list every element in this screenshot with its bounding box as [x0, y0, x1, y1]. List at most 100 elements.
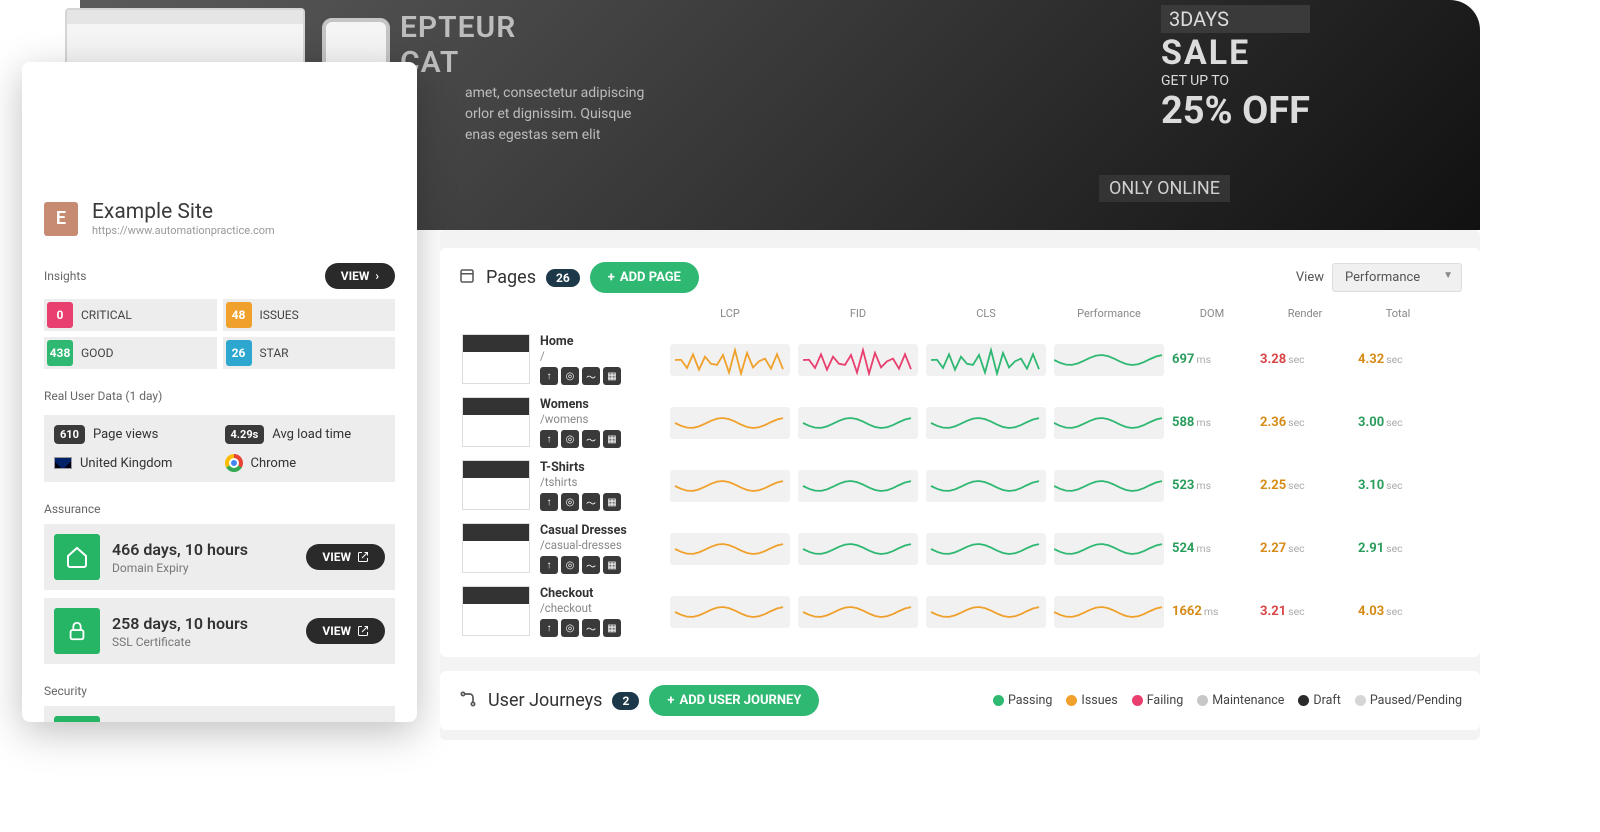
page-name: Casual Dresses	[540, 523, 627, 538]
assurance-view-button[interactable]: VIEW	[306, 618, 385, 644]
render-metric: 2.36sec	[1260, 415, 1350, 430]
flag-icon	[54, 457, 72, 469]
insight-count: 438	[47, 340, 73, 366]
total-metric: 4.32sec	[1358, 352, 1438, 367]
target-icon[interactable]: ◎	[561, 430, 579, 448]
page-row[interactable]: Checkout /checkout ↑ ◎ 〜 ▦ 1662ms 3.21se…	[458, 580, 1462, 643]
insight-item[interactable]: 438GOOD	[44, 337, 217, 369]
journeys-count: 2	[612, 692, 639, 710]
sale-pct: 25% OFF	[1161, 89, 1310, 133]
site-header: E Example Site https://www.automationpra…	[44, 200, 395, 237]
total-metric: 4.03sec	[1358, 604, 1438, 619]
legend-dot	[1298, 695, 1309, 706]
browser-label: Chrome	[251, 456, 297, 471]
assurance-view-button[interactable]: VIEW	[306, 544, 385, 570]
page-row[interactable]: Casual Dresses /casual-dresses ↑ ◎ 〜 ▦ 5…	[458, 517, 1462, 580]
sale-get: GET UP TO	[1161, 73, 1310, 89]
view-select[interactable]: Performance	[1332, 263, 1462, 292]
cls-spark	[926, 533, 1046, 565]
fid-spark	[798, 470, 918, 502]
hero-sub-line: enas egestas sem elit	[465, 127, 601, 143]
insight-count: 48	[226, 302, 252, 328]
insight-item[interactable]: 48ISSUES	[223, 299, 396, 331]
chart-icon[interactable]: 〜	[582, 430, 600, 448]
chart-icon[interactable]: 〜	[582, 556, 600, 574]
lock-icon	[54, 608, 100, 654]
hero-title-line: EPTEUR	[400, 10, 516, 45]
page-thumbnail	[462, 334, 530, 384]
arrow-up-icon[interactable]: ↑	[540, 430, 558, 448]
fid-spark	[798, 407, 918, 439]
pages-panel: Pages 26 +ADD PAGE View Performance LCPF…	[440, 248, 1480, 657]
add-page-button[interactable]: +ADD PAGE	[590, 262, 699, 293]
calendar-icon[interactable]: ▦	[603, 556, 621, 574]
arrow-up-icon[interactable]: ↑	[540, 367, 558, 385]
journey-icon	[458, 689, 478, 713]
site-url: https://www.automationpractice.com	[92, 224, 275, 237]
lcp-spark	[670, 407, 790, 439]
arrow-up-icon[interactable]: ↑	[540, 619, 558, 637]
assurance-card: 258 days, 10 hoursSSL Certificate VIEW	[44, 598, 395, 664]
total-metric: 3.10sec	[1358, 478, 1438, 493]
insights-view-button[interactable]: VIEW ›	[325, 263, 395, 289]
add-journey-button[interactable]: +ADD USER JOURNEY	[649, 685, 819, 716]
site-title: Example Site	[92, 200, 275, 224]
arrow-up-icon[interactable]: ↑	[540, 493, 558, 511]
column-header: Render	[1260, 307, 1350, 320]
page-path: /tshirts	[540, 475, 621, 489]
perf-spark	[1054, 596, 1164, 628]
insight-item[interactable]: 26STAR	[223, 337, 396, 369]
target-icon[interactable]: ◎	[561, 619, 579, 637]
page-path: /casual-dresses	[540, 538, 627, 552]
chevron-right-icon: ›	[375, 269, 379, 283]
column-header: Performance	[1054, 307, 1164, 320]
dom-metric: 697ms	[1172, 352, 1252, 367]
assurance-value: 466 days, 10 hours	[112, 540, 294, 559]
add-journey-label: ADD USER JOURNEY	[679, 693, 801, 708]
target-icon[interactable]: ◎	[561, 556, 579, 574]
target-icon[interactable]: ◎	[561, 493, 579, 511]
page-row[interactable]: T-Shirts /tshirts ↑ ◎ 〜 ▦ 523ms 2.25sec …	[458, 454, 1462, 517]
legend-dot	[1355, 695, 1366, 706]
legend-dot	[993, 695, 1004, 706]
fid-spark	[798, 344, 918, 376]
perf-spark	[1054, 533, 1164, 565]
assurance-card: 466 days, 10 hoursDomain Expiry VIEW	[44, 524, 395, 590]
only-online-badge: ONLY ONLINE	[1099, 175, 1230, 202]
calendar-icon[interactable]: ▦	[603, 493, 621, 511]
sale-days: 3DAYS	[1161, 5, 1310, 33]
legend-item: Paused/Pending	[1355, 693, 1462, 708]
render-metric: 3.21sec	[1260, 604, 1350, 619]
site-badge: E	[44, 202, 78, 236]
lcp-spark	[670, 596, 790, 628]
page-path: /checkout	[540, 601, 621, 615]
page-name: T-Shirts	[540, 460, 621, 475]
target-icon[interactable]: ◎	[561, 367, 579, 385]
cls-spark	[926, 470, 1046, 502]
real-user-data: 610Page views 4.29sAvg load time United …	[44, 415, 395, 482]
page-views-value: 610	[54, 425, 85, 444]
legend-dot	[1197, 695, 1208, 706]
calendar-icon[interactable]: ▦	[603, 367, 621, 385]
hero-sub-line: amet, consectetur adipiscing	[465, 85, 644, 101]
page-name: Checkout	[540, 586, 621, 601]
chart-icon[interactable]: 〜	[582, 493, 600, 511]
calendar-icon[interactable]: ▦	[603, 430, 621, 448]
chart-icon[interactable]: 〜	[582, 367, 600, 385]
real-user-label: Real User Data (1 day)	[44, 389, 395, 403]
cls-spark	[926, 596, 1046, 628]
column-header: DOM	[1172, 307, 1252, 320]
hero-title: EPTEUR CAT	[400, 10, 516, 80]
legend-dot	[1132, 695, 1143, 706]
chart-icon[interactable]: 〜	[582, 619, 600, 637]
insight-label: STAR	[260, 346, 289, 360]
chrome-icon	[225, 454, 243, 472]
insight-item[interactable]: 0CRITICAL	[44, 299, 217, 331]
total-metric: 2.91sec	[1358, 541, 1438, 556]
page-row[interactable]: Home / ↑ ◎ 〜 ▦ 697ms 3.28sec 4.32sec	[458, 328, 1462, 391]
arrow-up-icon[interactable]: ↑	[540, 556, 558, 574]
calendar-icon[interactable]: ▦	[603, 619, 621, 637]
dom-metric: 524ms	[1172, 541, 1252, 556]
render-metric: 2.27sec	[1260, 541, 1350, 556]
page-row[interactable]: Womens /womens ↑ ◎ 〜 ▦ 588ms 2.36sec 3.0…	[458, 391, 1462, 454]
